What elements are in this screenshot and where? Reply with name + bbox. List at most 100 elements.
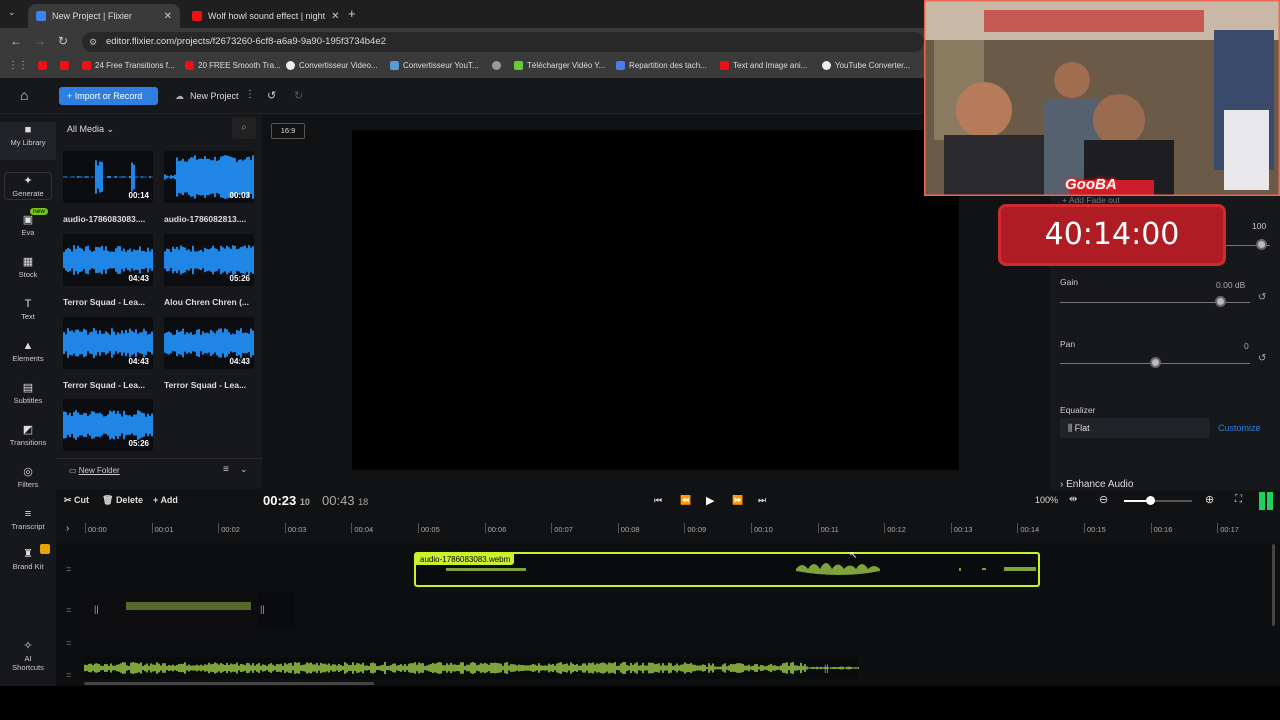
close-tab-icon[interactable]: ✕	[164, 11, 172, 22]
search-icon[interactable]: ⌕	[232, 117, 256, 139]
sort-icon[interactable]: ≡	[223, 464, 229, 475]
track-drag-handle-icon[interactable]: =	[66, 564, 71, 574]
reset-pan-icon[interactable]: ↺	[1258, 353, 1266, 364]
media-thumb[interactable]: 00:03	[164, 151, 254, 203]
fit-timeline-icon[interactable]: ⇹	[1069, 494, 1077, 505]
sidebar-item-label: Subtitles	[13, 396, 43, 405]
zoom-slider-knob[interactable]	[1146, 496, 1155, 505]
sidebar-item-elements[interactable]: ▲ Elements	[0, 340, 56, 363]
zoom-out-icon[interactable]: ⊖	[1099, 493, 1108, 506]
redo-icon[interactable]: ↻	[294, 89, 303, 102]
reset-gain-icon[interactable]: ↺	[1258, 292, 1266, 303]
bookmark-globe[interactable]	[492, 61, 501, 70]
tab-youtube[interactable]: Wolf howl sound effect | night ✕	[184, 4, 344, 28]
site-info-icon[interactable]: ⚙	[89, 32, 97, 52]
track-drag-handle-icon[interactable]: =	[66, 670, 71, 680]
sidebar-item-stock[interactable]: ▦ Stock	[0, 256, 56, 279]
play-icon[interactable]: ▶	[706, 494, 714, 507]
chevron-down-icon[interactable]: ⌄	[240, 464, 248, 475]
trim-handle-left-icon[interactable]: ||	[94, 604, 99, 614]
step-forward-icon[interactable]: ⏩	[732, 495, 743, 506]
back-icon[interactable]: ←	[10, 34, 22, 48]
close-tab-icon[interactable]: ✕	[331, 11, 339, 22]
sidebar-item-text[interactable]: T Text	[0, 298, 56, 321]
apps-grid-icon[interactable]: ⋮⋮	[8, 60, 28, 71]
track-drag-handle-icon[interactable]: =	[66, 605, 71, 615]
media-thumb[interactable]: 04:43	[164, 317, 254, 369]
pan-slider-knob[interactable]	[1150, 357, 1161, 368]
volume-slider-knob[interactable]	[1256, 239, 1267, 250]
media-thumb[interactable]: 04:43	[63, 234, 153, 286]
bookmark-3[interactable]: Convertisseur Video...	[286, 61, 378, 70]
aspect-ratio-button[interactable]: 16:9	[271, 123, 305, 139]
sidebar-item-subtitles[interactable]: ▤ Subtitles	[0, 382, 56, 405]
sidebar-item-ai-shortcuts[interactable]: ✧ AI Shortcuts	[0, 640, 56, 672]
vertical-scrollbar[interactable]	[1272, 544, 1275, 626]
cut-button[interactable]: ✂ Cut	[64, 495, 89, 506]
scissors-icon: ✂	[64, 495, 75, 505]
duration-label: 00:03	[229, 191, 250, 200]
import-or-record-button[interactable]: + Import or Record	[59, 87, 158, 105]
trim-handle-right-icon[interactable]: ||	[260, 604, 265, 614]
bookmark-5[interactable]: Télécharger Vidéo Y...	[514, 61, 605, 70]
media-thumb[interactable]: 05:26	[63, 399, 153, 451]
customize-equalizer-link[interactable]: Customize	[1218, 423, 1261, 433]
project-menu-icon[interactable]: ⋮	[245, 89, 255, 100]
zoom-in-icon[interactable]: ⊕	[1205, 493, 1214, 506]
media-thumb[interactable]: 04:43	[63, 317, 153, 369]
timeline-tracks: = audio-1786083083.webm ↖ = || || = = ||	[56, 542, 1280, 686]
delete-button[interactable]: 🗑 Delete	[102, 495, 143, 506]
sparkle-icon: ✦	[23, 175, 33, 187]
timeline-ruler[interactable]: › 00:00 00:01 00:02 00:03 00:04 00:05 00:06 00:…	[56, 520, 1280, 538]
enhance-audio-section[interactable]: › Enhance Audio	[1060, 479, 1133, 490]
chevron-right-icon[interactable]: ›	[66, 523, 69, 534]
tab-flixier[interactable]: New Project | Flixier ✕	[28, 4, 180, 28]
trim-handle-icon[interactable]: ||	[824, 663, 829, 673]
sidebar-item-label: AI Shortcuts	[12, 654, 44, 672]
undo-icon[interactable]: ↺	[267, 89, 276, 102]
bookmark-4[interactable]: Convertisseur YouT...	[390, 61, 479, 70]
selected-audio-clip[interactable]: audio-1786083083.webm	[414, 552, 1040, 587]
new-folder-button[interactable]: ▭ New Folder	[69, 466, 120, 475]
bookmark-label: Convertisseur YouT...	[403, 61, 479, 70]
fullscreen-icon[interactable]: ⛶	[1235, 494, 1242, 505]
skip-end-icon[interactable]: ⏭	[758, 495, 766, 506]
music-clip[interactable]: ||	[84, 657, 859, 679]
video-canvas[interactable]	[352, 130, 959, 470]
tab-list-chevron-icon[interactable]: ⌄	[8, 7, 16, 18]
reload-icon[interactable]: ↻	[58, 34, 68, 48]
forward-icon[interactable]: →	[34, 34, 46, 48]
bookmark-youtube-2[interactable]	[60, 61, 69, 70]
audio-clip[interactable]: || ||	[86, 592, 295, 628]
sidebar-item-eva[interactable]: new ▣ Eva	[0, 208, 56, 237]
sidebar-item-filters[interactable]: ◎ Filters	[0, 466, 56, 489]
zoom-slider-track[interactable]	[1124, 500, 1192, 502]
skip-start-icon[interactable]: ⏮	[654, 495, 662, 506]
bookmark-6[interactable]: Repartition des tach...	[616, 61, 707, 70]
equalizer-preset-select[interactable]: ⫼ Flat	[1060, 418, 1210, 438]
sidebar-item-generate[interactable]: ✦ Generate	[4, 172, 52, 200]
bookmark-youtube-1[interactable]	[38, 61, 47, 70]
project-name[interactable]: New Project	[190, 91, 239, 101]
step-back-icon[interactable]: ⏪	[680, 495, 691, 506]
ruler-tick-label: 00:09	[684, 523, 707, 534]
sidebar-item-brand-kit[interactable]: ♜ Brand Kit	[0, 544, 56, 571]
media-thumb[interactable]: 05:26	[164, 234, 254, 286]
media-filter-dropdown[interactable]: All Media ⌄	[67, 124, 114, 135]
text-icon: T	[24, 298, 32, 310]
sidebar-item-my-library[interactable]: ■ My Library	[0, 122, 56, 160]
gain-slider-knob[interactable]	[1215, 296, 1226, 307]
new-tab-icon[interactable]: +	[348, 6, 356, 21]
bookmark-7[interactable]: Text and Image ani...	[720, 61, 807, 70]
track-drag-handle-icon[interactable]: =	[66, 638, 71, 648]
add-button[interactable]: + Add	[153, 495, 178, 505]
media-thumb[interactable]: 00:14	[63, 151, 153, 203]
bookmark-8[interactable]: YouTube Converter...	[822, 61, 910, 70]
sidebar-item-transitions[interactable]: ◩ Transitions	[0, 424, 56, 447]
url-field[interactable]: ⚙ editor.flixier.com/projects/f2673260-6…	[82, 32, 924, 52]
bookmark-2[interactable]: 20 FREE Smooth Tra...	[185, 61, 281, 70]
bookmark-1[interactable]: 24 Free Transitions f...	[82, 61, 175, 70]
sidebar-item-transcript[interactable]: ≡ Transcript	[0, 508, 56, 531]
horizontal-scrollbar[interactable]	[84, 682, 374, 685]
home-icon[interactable]: ⌂	[20, 87, 28, 103]
